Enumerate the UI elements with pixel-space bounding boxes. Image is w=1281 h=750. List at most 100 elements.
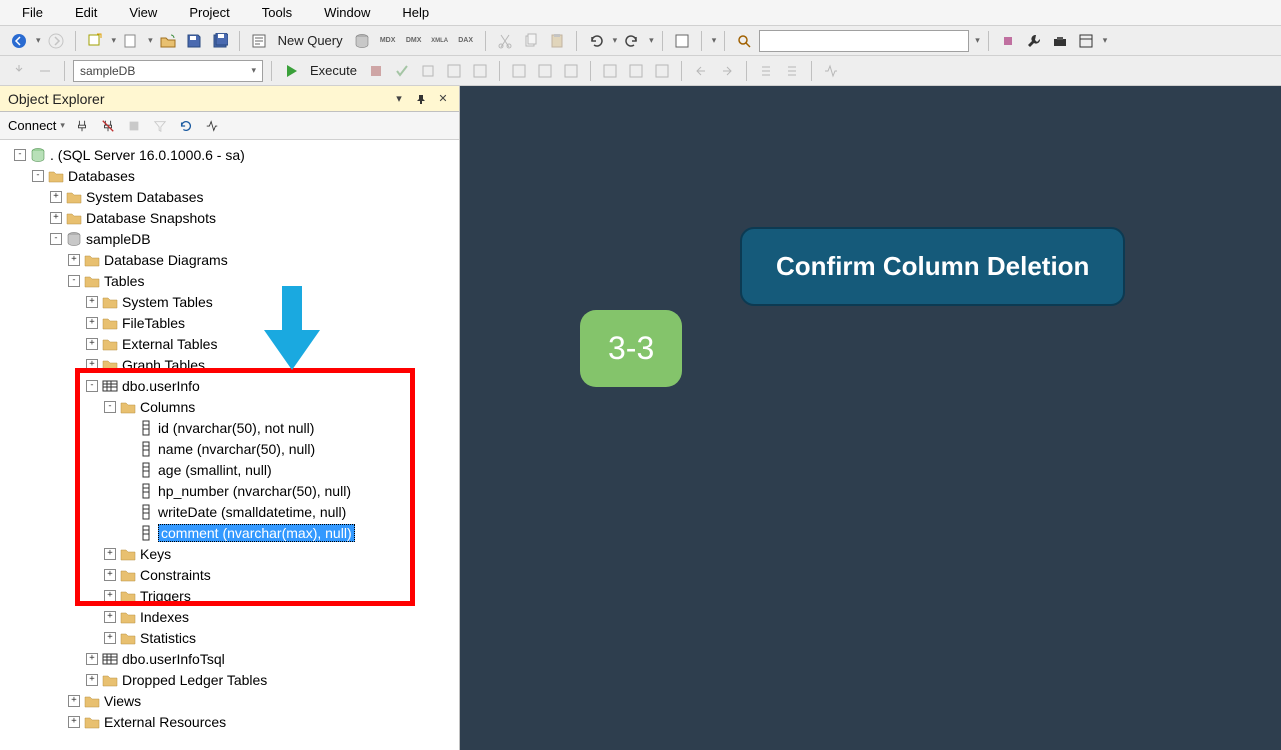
tree-node[interactable]: +Indexes xyxy=(0,606,459,627)
specify-values2-button[interactable] xyxy=(781,60,803,82)
parse-button[interactable] xyxy=(391,60,413,82)
open-button[interactable] xyxy=(157,30,179,52)
tree-node[interactable]: +Keys xyxy=(0,543,459,564)
expand-icon[interactable]: + xyxy=(86,359,98,371)
filter-button[interactable] xyxy=(151,117,169,135)
toolbox-button[interactable] xyxy=(1049,30,1071,52)
properties-button[interactable] xyxy=(671,30,693,52)
collapse-icon[interactable]: - xyxy=(104,401,116,413)
indent2-button[interactable] xyxy=(716,60,738,82)
menu-window[interactable]: Window xyxy=(310,1,384,24)
cut-button[interactable] xyxy=(494,30,516,52)
copy-button[interactable] xyxy=(520,30,542,52)
dropdown-icon[interactable]: ▾ xyxy=(391,91,407,107)
expand-icon[interactable]: + xyxy=(86,317,98,329)
new-query-button[interactable]: New Query xyxy=(274,33,347,48)
new-project-button[interactable] xyxy=(84,30,106,52)
layout-button[interactable] xyxy=(1075,30,1097,52)
tree-node[interactable]: +System Tables xyxy=(0,291,459,312)
tree-node[interactable]: +FileTables xyxy=(0,312,459,333)
tree-node[interactable]: +Dropped Ledger Tables xyxy=(0,669,459,690)
dmx-button[interactable]: DMX xyxy=(403,30,425,52)
menu-help[interactable]: Help xyxy=(388,1,443,24)
outdent-button[interactable] xyxy=(690,60,712,82)
execute-icon[interactable] xyxy=(280,60,302,82)
menu-edit[interactable]: Edit xyxy=(61,1,111,24)
tree-node[interactable]: +System Databases xyxy=(0,186,459,207)
nav-back-button[interactable] xyxy=(8,30,30,52)
expand-icon[interactable]: + xyxy=(104,611,116,623)
menu-view[interactable]: View xyxy=(115,1,171,24)
dax-button[interactable]: DAX xyxy=(455,30,477,52)
tree-node[interactable]: +External Tables xyxy=(0,333,459,354)
tree-node[interactable]: +dbo.userInfoTsql xyxy=(0,648,459,669)
expand-icon[interactable]: + xyxy=(86,296,98,308)
expand-icon[interactable]: + xyxy=(86,674,98,686)
debug-button[interactable] xyxy=(417,60,439,82)
activity-monitor-button[interactable] xyxy=(820,60,842,82)
execute-button[interactable]: Execute xyxy=(306,63,361,78)
specify-values-button[interactable] xyxy=(755,60,777,82)
estimated-plan-button[interactable] xyxy=(443,60,465,82)
tree-node[interactable]: +Constraints xyxy=(0,564,459,585)
expand-icon[interactable]: + xyxy=(68,254,80,266)
activity-button[interactable] xyxy=(203,117,221,135)
use-db-button[interactable] xyxy=(8,60,30,82)
paste-button[interactable] xyxy=(546,30,568,52)
tree-node[interactable]: -. (SQL Server 16.0.1000.6 - sa) xyxy=(0,144,459,165)
tree-node[interactable]: writeDate (smalldatetime, null) xyxy=(0,501,459,522)
expand-icon[interactable]: + xyxy=(50,212,62,224)
database-selector[interactable]: sampleDB ▾ xyxy=(73,60,263,82)
db-query-button[interactable] xyxy=(351,30,373,52)
expand-icon[interactable]: + xyxy=(104,590,116,602)
expand-icon[interactable]: + xyxy=(86,653,98,665)
uncomment-button[interactable] xyxy=(625,60,647,82)
pin-icon[interactable] xyxy=(413,91,429,107)
results-grid-button[interactable] xyxy=(508,60,530,82)
tree-node[interactable]: -Databases xyxy=(0,165,459,186)
tree-node[interactable]: name (nvarchar(50), null) xyxy=(0,438,459,459)
expand-icon[interactable]: + xyxy=(104,632,116,644)
expand-icon[interactable]: + xyxy=(68,695,80,707)
tree-node[interactable]: +Views xyxy=(0,690,459,711)
expand-icon[interactable]: + xyxy=(50,191,62,203)
disconnect-button[interactable] xyxy=(99,117,117,135)
tree-node[interactable]: +Graph Tables xyxy=(0,354,459,375)
collapse-icon[interactable]: - xyxy=(32,170,44,182)
refresh-button[interactable] xyxy=(177,117,195,135)
indent-button[interactable] xyxy=(651,60,673,82)
results-text-button[interactable] xyxy=(534,60,556,82)
search-input[interactable] xyxy=(759,30,969,52)
tree-node[interactable]: -sampleDB xyxy=(0,228,459,249)
query-options-button[interactable] xyxy=(469,60,491,82)
new-item-button[interactable] xyxy=(120,30,142,52)
tree-node[interactable]: -Tables xyxy=(0,270,459,291)
save-all-button[interactable] xyxy=(209,30,231,52)
xmla-button[interactable]: XMLA xyxy=(429,30,451,52)
stop-button[interactable] xyxy=(125,117,143,135)
tree-node[interactable]: -Columns xyxy=(0,396,459,417)
tree-node[interactable]: id (nvarchar(50), not null) xyxy=(0,417,459,438)
extensions-button[interactable] xyxy=(997,30,1019,52)
connect-object-explorer-button[interactable] xyxy=(73,117,91,135)
collapse-icon[interactable]: - xyxy=(86,380,98,392)
nav-forward-button[interactable] xyxy=(45,30,67,52)
collapse-icon[interactable]: - xyxy=(68,275,80,287)
tree-node[interactable]: hp_number (nvarchar(50), null) xyxy=(0,480,459,501)
tree-node[interactable]: +External Resources xyxy=(0,711,459,732)
collapse-icon[interactable]: - xyxy=(50,233,62,245)
close-icon[interactable]: ✕ xyxy=(435,91,451,107)
menu-file[interactable]: File xyxy=(8,1,57,24)
menu-project[interactable]: Project xyxy=(175,1,243,24)
tree-node[interactable]: +Statistics xyxy=(0,627,459,648)
tree-node[interactable]: age (smallint, null) xyxy=(0,459,459,480)
tree-node[interactable]: +Database Diagrams xyxy=(0,249,459,270)
expand-icon[interactable]: + xyxy=(104,548,116,560)
redo-button[interactable] xyxy=(621,30,643,52)
tree-node[interactable]: -dbo.userInfo xyxy=(0,375,459,396)
tree-node[interactable]: comment (nvarchar(max), null) xyxy=(0,522,459,543)
stop-button[interactable] xyxy=(365,60,387,82)
new-query-icon[interactable] xyxy=(248,30,270,52)
find-button[interactable] xyxy=(733,30,755,52)
comment-button[interactable] xyxy=(599,60,621,82)
